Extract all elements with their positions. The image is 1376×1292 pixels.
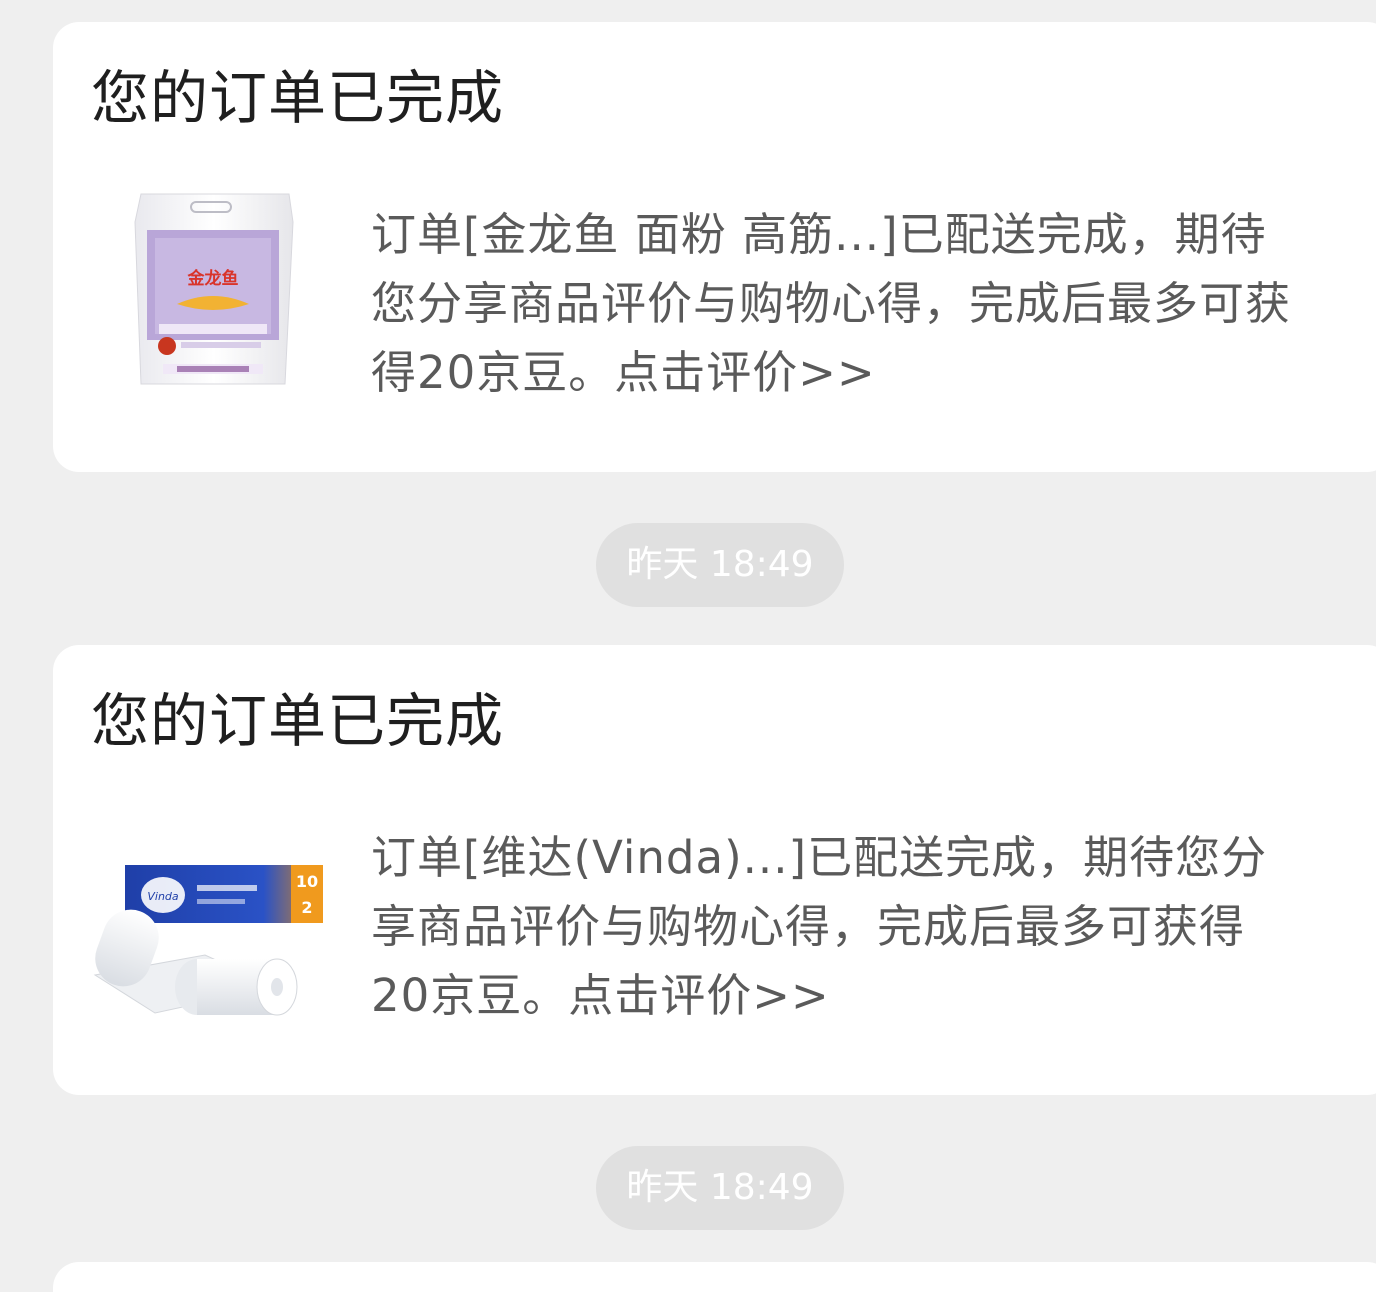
message-body[interactable]: 订单[维达(Vinda)...]已配送完成，期待您分享商品评价与购物心得，完成后… xyxy=(371,823,1291,1030)
message-title: 您的订单已完成 xyxy=(91,687,505,755)
message-body[interactable]: 订单[金龙鱼 面粉 高筋...]已配送完成，期待您分享商品评价与购物心得，完成后… xyxy=(371,200,1291,407)
flour-brand-label: 金龙鱼 xyxy=(187,268,239,289)
svg-text:2: 2 xyxy=(301,898,312,917)
tissue-brand-label: Vinda xyxy=(147,890,179,903)
timestamp-pill: 昨天 18:49 xyxy=(596,523,844,607)
flour-bag-image: 金龙鱼 xyxy=(85,182,325,422)
message-title: 您的订单已完成 xyxy=(91,64,505,132)
svg-text:10: 10 xyxy=(296,872,318,891)
message-card-1[interactable]: 您的订单已完成 金龙鱼 订单[金龙鱼 面粉 高筋...]已配送完成，期待您分享商… xyxy=(53,22,1376,472)
tissue-rolls-image: 10 2 Vinda xyxy=(85,805,325,1045)
message-card-2[interactable]: 您的订单已完成 10 2 Vinda 订单[维达(Vinda)...]已配送完成… xyxy=(53,645,1376,1095)
message-card-3-peek[interactable] xyxy=(53,1262,1376,1292)
timestamp-pill: 昨天 18:49 xyxy=(596,1146,844,1230)
